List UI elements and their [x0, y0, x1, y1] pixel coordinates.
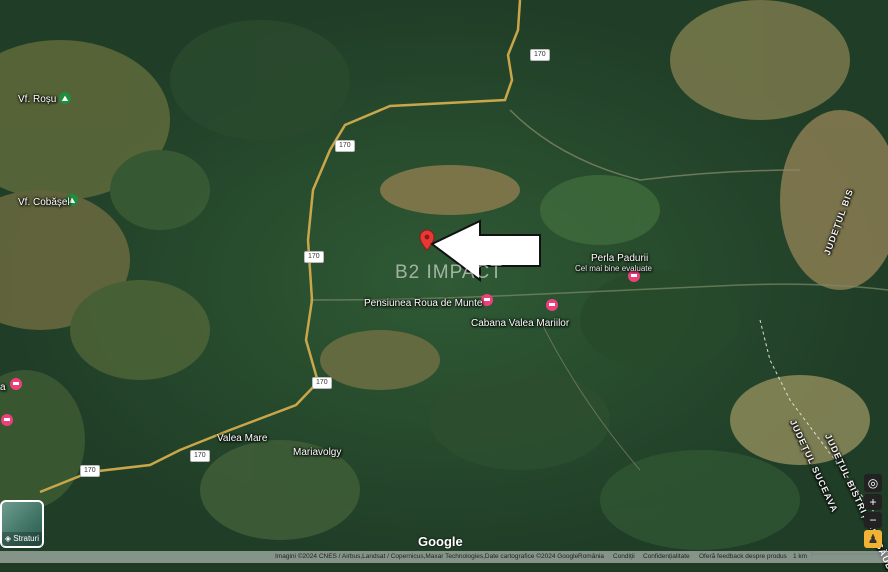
layers-label: ◈ Straturi — [2, 532, 42, 546]
country-link[interactable]: România — [578, 551, 604, 563]
road-shield: 170 — [190, 450, 210, 462]
scale-label: 1 km — [793, 553, 808, 560]
pegman-icon[interactable]: ♟ — [864, 530, 882, 548]
place-label[interactable]: Valea Mare — [217, 433, 267, 444]
lodging-icon[interactable] — [546, 299, 558, 311]
compass-icon[interactable]: ◎ — [864, 474, 882, 492]
lodging-icon[interactable] — [10, 378, 22, 390]
zoom-in-button[interactable]: + — [864, 494, 882, 510]
feedback-link[interactable]: Oferă feedback despre produs — [699, 551, 787, 563]
lodging-icon[interactable] — [1, 414, 13, 426]
road-shield: 170 — [304, 251, 324, 263]
lodging-icon[interactable] — [481, 294, 493, 306]
road-shield: 170 — [312, 377, 332, 389]
layers-text: Straturi — [13, 534, 40, 543]
road-shield: 170 — [530, 49, 550, 61]
peak-label[interactable]: Vf. Roșu — [18, 94, 56, 105]
attribution-text: Imagini ©2024 CNES / Airbus,Landsat / Co… — [275, 553, 579, 560]
poi-subtitle: Cel mai bine evaluate — [575, 264, 652, 273]
road-shield: 170 — [335, 140, 355, 152]
layers-button[interactable]: ◈ Straturi — [0, 500, 44, 548]
privacy-link[interactable]: Confidențialitate — [643, 551, 690, 563]
road-shield: 170 — [80, 465, 100, 477]
google-logo: Google — [418, 534, 463, 549]
poi-label[interactable]: Pensiunea Roua de Munte — [364, 298, 482, 309]
hiking-icon[interactable]: ⛰ — [59, 92, 71, 104]
watermark: B2 IMPACT — [395, 262, 503, 283]
clipped-label: a — [0, 382, 6, 393]
place-label[interactable]: Mariavolgy — [293, 447, 341, 458]
zoom-out-button[interactable]: − — [864, 512, 882, 528]
poi-label[interactable]: Perla Padurii — [591, 253, 648, 264]
poi-label[interactable]: Cabana Valea Mariilor — [471, 318, 569, 329]
svg-text:⛰: ⛰ — [62, 94, 69, 103]
terms-link[interactable]: Condiții — [613, 551, 635, 563]
peak-label[interactable]: Vf. Cobășel — [18, 197, 70, 208]
attribution-bar: Imagini ©2024 CNES / Airbus,Landsat / Co… — [0, 551, 888, 563]
